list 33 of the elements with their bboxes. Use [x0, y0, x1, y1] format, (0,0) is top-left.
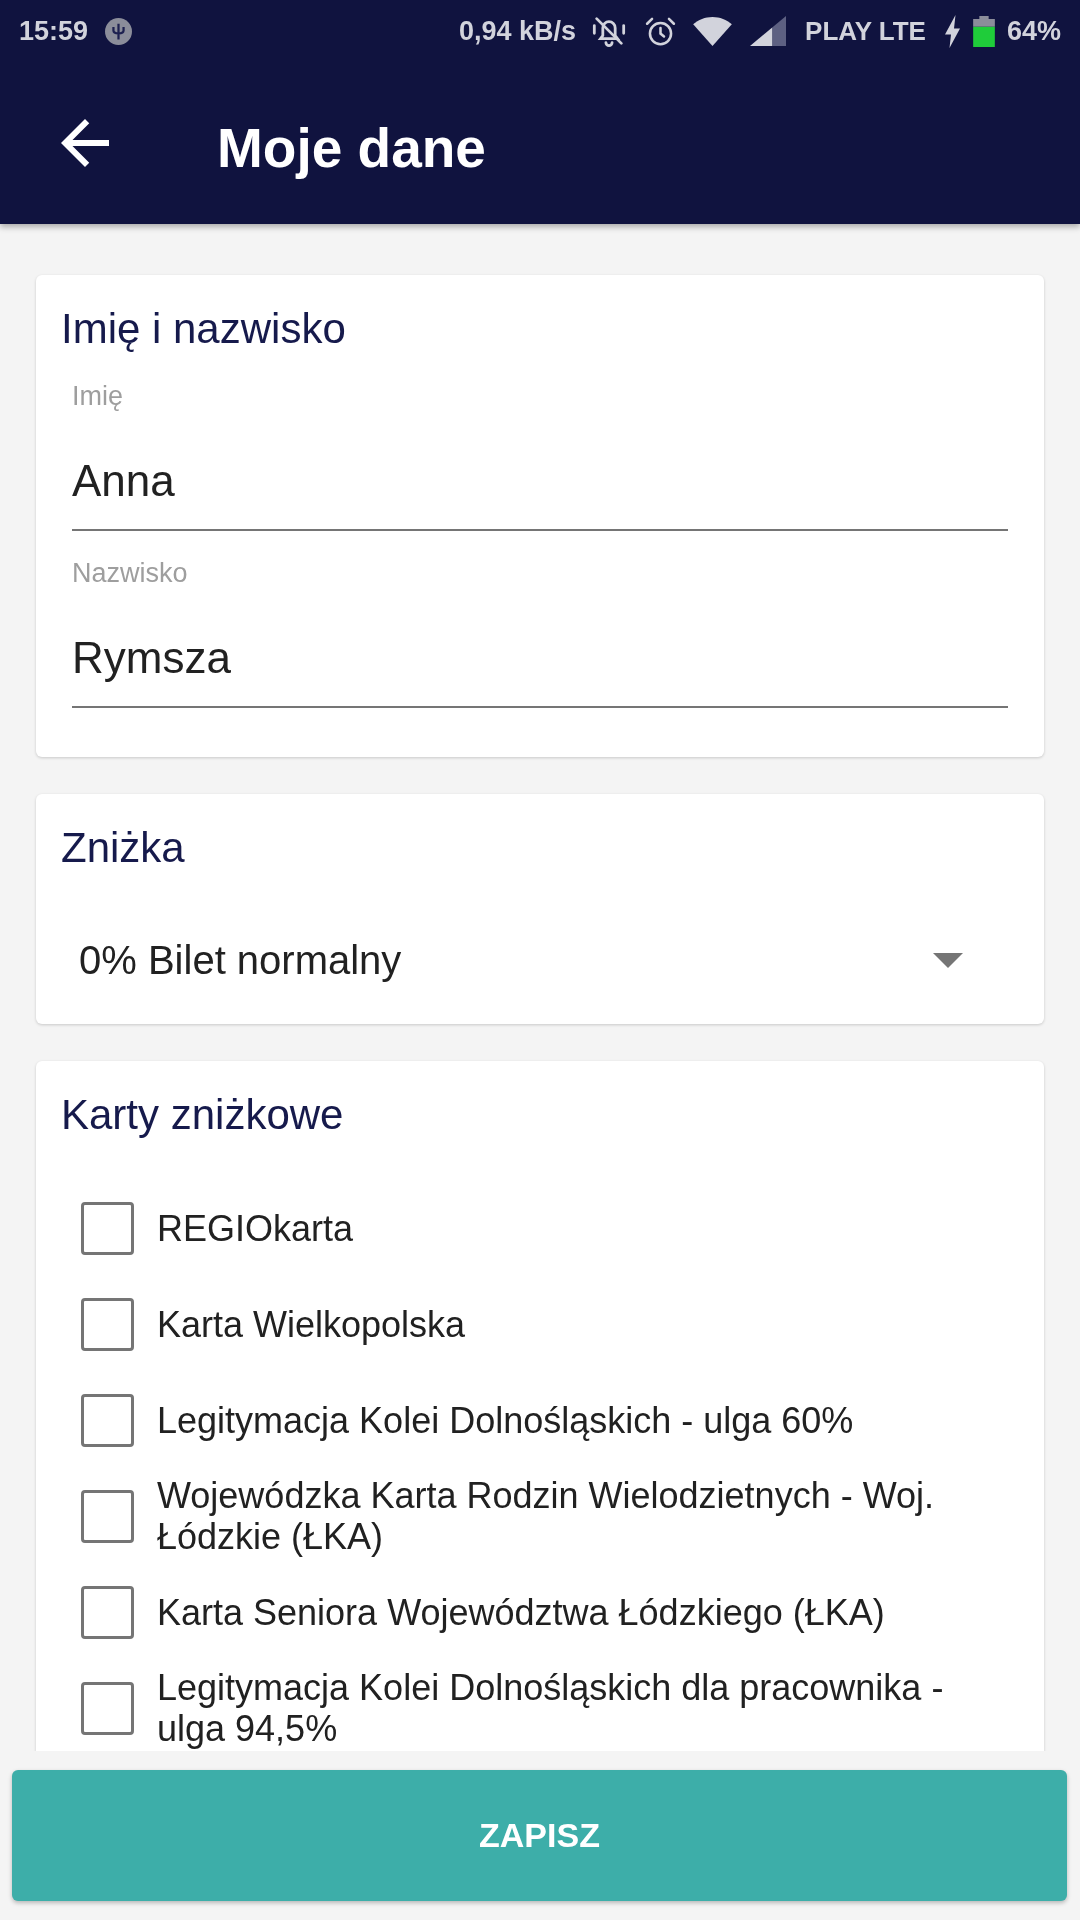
checkbox[interactable]: [81, 1489, 134, 1543]
wifi-icon: [693, 16, 733, 46]
bell-off-icon: [592, 14, 627, 48]
section-title: Karty zniżkowe: [61, 1090, 345, 1140]
checkbox[interactable]: [81, 1297, 134, 1351]
option-label: Legitymacja Kolei Dolnośląskich dla pracownika - ulga 94,5%: [157, 1667, 945, 1749]
checkbox[interactable]: [81, 1393, 134, 1447]
caret-icon: [933, 952, 963, 968]
text-field[interactable]: Nazwisko Rymsza: [72, 557, 1008, 708]
option-label: Legitymacja Kolei Dolnośląskich - ulga 60%: [157, 1399, 854, 1441]
option-label: REGIOkarta: [157, 1207, 354, 1249]
option-label: Karta Wielkopolska: [157, 1303, 466, 1345]
lightning-bolt-icon: [944, 14, 960, 48]
checkbox[interactable]: [81, 1681, 134, 1735]
battery-percent: 64%: [1006, 15, 1061, 47]
section-title: Zniżka: [61, 823, 186, 873]
text-field[interactable]: Imię Anna: [72, 380, 1008, 531]
back-button[interactable]: [61, 119, 109, 167]
checkbox[interactable]: [81, 1585, 134, 1639]
battery-icon: [972, 15, 995, 47]
usb-icon: [105, 17, 133, 45]
carrier-label: PLAY LTE: [805, 15, 926, 47]
alarm-clock-icon: [645, 15, 677, 47]
discount-dropdown[interactable]: 0% Bilet normalny: [61, 912, 1008, 1008]
status-time: 15:59: [19, 15, 89, 47]
network-speed: 0,94 kB/s: [458, 15, 577, 47]
signal-strength-icon: [750, 16, 787, 46]
section-title: Imię i nazwisko: [61, 304, 347, 354]
back-arrow-icon: [61, 119, 109, 167]
option-label: Karta Seniora Województwa Łódzkiego (ŁKA): [157, 1591, 885, 1633]
option-label: Wojewódzka Karta Rodzin Wielodzietnych - Woj. Łódzkie (ŁKA): [157, 1475, 935, 1557]
screen-title: Moje dane: [217, 115, 486, 181]
checkbox[interactable]: [81, 1201, 134, 1255]
